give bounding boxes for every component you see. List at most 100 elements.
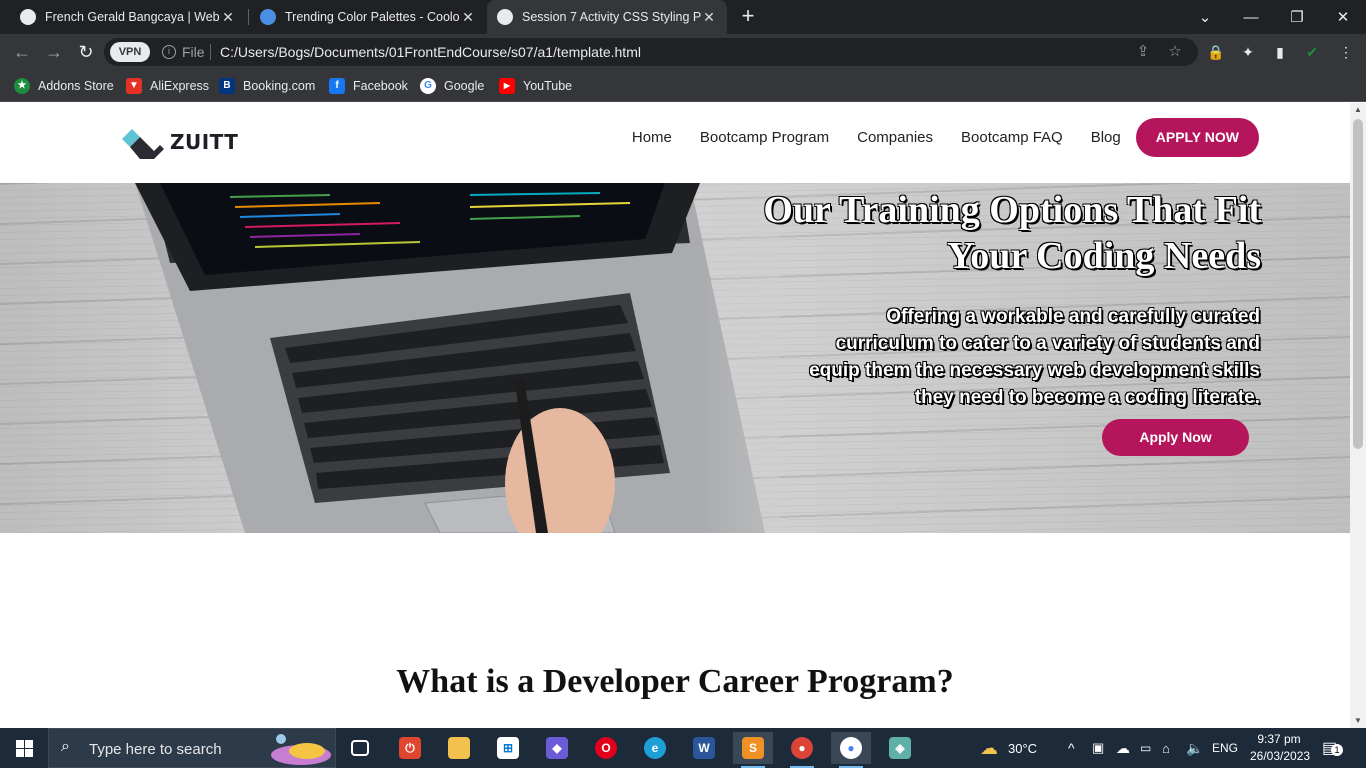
bookmark-label: YouTube [523, 79, 573, 93]
language-indicator[interactable]: ENG [1212, 728, 1238, 768]
lock-extension-icon[interactable]: 🔒 [1206, 42, 1226, 62]
side-panel-icon[interactable]: ▮ [1270, 42, 1290, 62]
menu-icon[interactable]: ⋮ [1336, 42, 1356, 62]
tab-title: French Gerald Bangcaya | Web Developer [45, 10, 220, 24]
hero-banner: Our Training Options That Fit Your Codin… [0, 183, 1350, 533]
aliexpress-icon: ▼ [126, 78, 142, 94]
clock-date: 26/03/2023 [1250, 749, 1311, 763]
globe-icon [497, 9, 513, 25]
tab-search-icon[interactable]: ⌄ [1182, 0, 1228, 34]
apply-now-nav-button[interactable]: APPLY NOW [1135, 118, 1259, 157]
start-button[interactable] [0, 728, 48, 768]
microsoft-store-icon[interactable]: ⊞ [488, 732, 528, 764]
git-app-icon[interactable]: ◈ [880, 732, 920, 764]
bookmark-youtube[interactable]: ▶ YouTube [499, 76, 572, 96]
share-icon[interactable]: ⇪ [1134, 43, 1152, 61]
browser-toolbar: ← → ↻ VPN i File C:/Users/Bogs/Documents… [0, 34, 1366, 70]
close-icon[interactable]: ✕ [460, 9, 476, 26]
copilot-app-icon[interactable]: ◆ [537, 732, 577, 764]
window-close-icon[interactable]: ✕ [1320, 0, 1366, 34]
tab-title: Session 7 Activity CSS Styling Practice [522, 10, 701, 24]
power-app-icon[interactable]: ⏻ [390, 732, 430, 764]
onedrive-icon[interactable]: ☁ [1116, 728, 1130, 768]
nav-blog[interactable]: Blog [1091, 129, 1121, 146]
scroll-up-icon[interactable]: ▲ [1350, 103, 1366, 117]
nav-companies[interactable]: Companies [857, 129, 933, 146]
site-logo[interactable]: ZUITT [120, 125, 238, 159]
nav-bootcamp-program[interactable]: Bootcamp Program [700, 129, 829, 146]
bookmark-booking[interactable]: B Booking.com [219, 76, 315, 96]
forward-icon[interactable]: → [42, 40, 66, 64]
back-icon[interactable]: ← [10, 40, 34, 64]
tab-title: Trending Color Palettes - Coolors [285, 10, 460, 24]
chrome-icon[interactable]: ● [782, 732, 822, 768]
nav-home[interactable]: Home [632, 129, 672, 146]
bookmark-addons-store[interactable]: ★ Addons Store [14, 76, 114, 96]
new-tab-button[interactable]: + [736, 5, 760, 29]
vpn-badge[interactable]: VPN [110, 42, 150, 62]
edge-icon[interactable]: e [635, 732, 675, 764]
scroll-down-icon[interactable]: ▼ [1350, 714, 1366, 728]
hero-title: Our Training Options That Fit Your Codin… [763, 189, 1261, 277]
chrome-profile-icon[interactable]: ● [831, 732, 871, 768]
bookmark-google[interactable]: G Google [420, 76, 484, 96]
restore-icon[interactable]: ❐ [1274, 0, 1320, 34]
search-placeholder: Type here to search [89, 741, 222, 758]
sublime-text-icon[interactable]: S [733, 732, 773, 768]
notification-count: 1 [1331, 744, 1343, 756]
shield-icon[interactable]: ✔ [1302, 42, 1322, 62]
tray-meet-icon[interactable]: ▣ [1092, 728, 1104, 768]
taskbar-search-box[interactable]: ⌕ Type here to search [48, 728, 336, 768]
search-icon: ⌕ [61, 738, 70, 755]
info-icon[interactable]: i [162, 45, 176, 59]
bookmark-aliexpress[interactable]: ▼ AliExpress [126, 76, 209, 96]
nav-bootcamp-faq[interactable]: Bootcamp FAQ [961, 129, 1063, 146]
tab-coolors[interactable]: Trending Color Palettes - Coolors ✕ [250, 0, 486, 34]
close-icon[interactable]: ✕ [701, 9, 717, 26]
bookmark-label: Addons Store [38, 79, 114, 93]
bookmark-facebook[interactable]: f Facebook [329, 76, 408, 96]
section-title: What is a Developer Career Program? [396, 663, 954, 700]
opera-icon[interactable]: O [586, 732, 626, 764]
tab-strip: French Gerald Bangcaya | Web Developer ✕… [0, 0, 1366, 34]
facebook-icon: f [329, 78, 345, 94]
task-view-icon[interactable] [340, 732, 380, 764]
url-divider [210, 44, 211, 60]
network-icon[interactable]: ⌂ [1162, 728, 1170, 768]
reload-icon[interactable]: ↻ [74, 40, 98, 64]
battery-icon[interactable]: ▭ [1140, 728, 1151, 768]
word-icon[interactable]: W [684, 732, 724, 764]
star-icon[interactable]: ☆ [1166, 43, 1184, 61]
zuitt-logo-icon [122, 129, 164, 159]
tab-portfolio[interactable]: French Gerald Bangcaya | Web Developer ✕ [10, 0, 246, 34]
coolors-icon [260, 9, 276, 25]
bookmark-label: Facebook [353, 79, 408, 93]
tray-chevron-icon[interactable]: ^ [1068, 728, 1075, 768]
logo-text: ZUITT [170, 130, 239, 154]
page-scrollbar[interactable]: ▲ ▼ [1350, 103, 1366, 728]
booking-icon: B [219, 78, 235, 94]
url-text[interactable]: C:/Users/Bogs/Documents/01FrontEndCourse… [220, 44, 641, 60]
minimize-icon[interactable]: — [1228, 0, 1274, 34]
puzzle-icon[interactable]: ✦ [1238, 42, 1258, 62]
globe-icon [20, 9, 36, 25]
bookmark-label: Booking.com [243, 79, 316, 93]
weather-widget[interactable]: ☁ 30°C [980, 728, 1037, 768]
close-icon[interactable]: ✕ [220, 9, 236, 26]
apply-now-hero-button[interactable]: Apply Now [1102, 419, 1249, 456]
tab-session-7[interactable]: Session 7 Activity CSS Styling Practice … [487, 0, 727, 34]
tab-divider [248, 9, 249, 25]
scroll-thumb[interactable] [1353, 119, 1363, 449]
address-bar[interactable]: VPN i File C:/Users/Bogs/Documents/01Fro… [104, 38, 1198, 66]
bookmarks-bar: ★ Addons Store ▼ AliExpress B Booking.co… [0, 70, 1366, 102]
file-explorer-icon[interactable] [439, 732, 479, 764]
google-icon: G [420, 78, 436, 94]
addons-store-icon: ★ [14, 78, 30, 94]
bookmark-label: AliExpress [150, 79, 210, 93]
notification-center-icon[interactable]: ▤ 1 [1322, 728, 1343, 768]
weather-temp: 30°C [1008, 740, 1038, 756]
hero-subtitle: Offering a workable and carefully curate… [809, 306, 1260, 408]
main-nav: Home Bootcamp Program Companies Bootcamp… [632, 118, 1259, 157]
volume-icon[interactable]: 🔈 [1186, 728, 1203, 768]
taskbar-clock[interactable]: 9:37 pm 26/03/2023 [1250, 731, 1311, 765]
